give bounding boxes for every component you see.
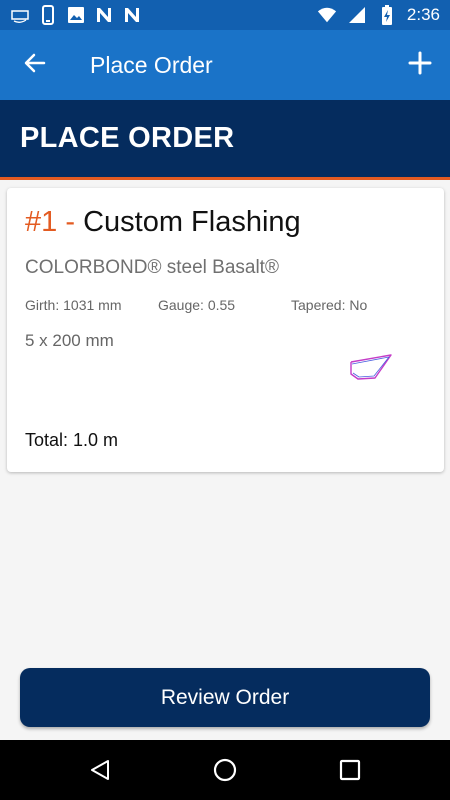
clock-time: 2:36 bbox=[406, 5, 440, 24]
item-title: #1 - Custom Flashing bbox=[25, 206, 301, 239]
order-item-card[interactable]: #1 - Custom Flashing COLORBOND® steel Ba… bbox=[7, 188, 444, 472]
amazon-icon bbox=[10, 5, 30, 25]
system-icons: 2:36 bbox=[317, 5, 440, 25]
item-total: Total: 1.0 m bbox=[25, 430, 119, 450]
status-bar: 2:36 bbox=[0, 0, 450, 30]
item-dimensions: 5 x 200 mm bbox=[25, 331, 114, 350]
n-app-icon bbox=[122, 5, 142, 25]
triangle-back-icon[interactable] bbox=[85, 755, 115, 785]
item-number: #1 bbox=[25, 206, 58, 238]
app-bar-title: Place Order bbox=[90, 51, 213, 78]
item-tapered: Tapered: No bbox=[291, 297, 368, 313]
battery-charging-icon bbox=[377, 5, 397, 25]
add-button[interactable] bbox=[390, 30, 450, 100]
page-title: PLACE ORDER bbox=[20, 122, 235, 154]
flashing-profile-diagram bbox=[350, 354, 392, 380]
plus-icon bbox=[408, 51, 432, 79]
back-button[interactable] bbox=[5, 30, 65, 100]
item-material: COLORBOND® steel Basalt® bbox=[25, 257, 279, 278]
item-name: Custom Flashing bbox=[83, 206, 301, 238]
wifi-icon bbox=[317, 5, 337, 25]
image-icon bbox=[66, 5, 86, 25]
phone-icon bbox=[38, 5, 58, 25]
arrow-left-icon bbox=[23, 51, 47, 79]
item-girth: Girth: 1031 mm bbox=[25, 297, 122, 313]
item-separator: - bbox=[65, 206, 75, 238]
n-app-icon bbox=[94, 5, 114, 25]
signal-icon bbox=[347, 5, 367, 25]
app-bar: Place Order bbox=[0, 30, 450, 100]
circle-home-icon[interactable] bbox=[210, 755, 240, 785]
system-nav-bar bbox=[0, 740, 450, 800]
square-recents-icon[interactable] bbox=[335, 755, 365, 785]
item-gauge: Gauge: 0.55 bbox=[158, 297, 236, 313]
review-order-button[interactable]: Review Order bbox=[20, 668, 430, 727]
notification-icons bbox=[10, 5, 142, 25]
page-header: PLACE ORDER bbox=[0, 100, 450, 180]
